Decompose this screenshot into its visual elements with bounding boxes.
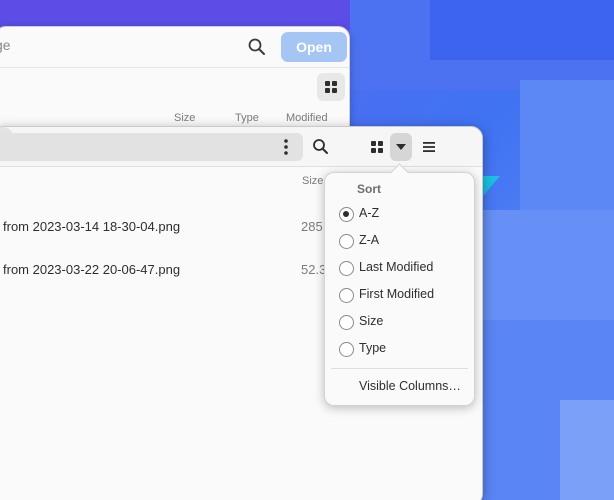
sort-heading: Sort	[357, 182, 381, 196]
sort-option-label: Last Modified	[359, 260, 434, 274]
sort-option-label: Z-A	[359, 233, 380, 247]
view-options-dropdown-button[interactable]	[390, 133, 412, 161]
wallpaper-tile	[430, 0, 614, 60]
sort-option-type[interactable]: Type	[339, 339, 469, 361]
radio-button[interactable]	[339, 288, 354, 303]
grid-view-button[interactable]	[363, 133, 391, 161]
wallpaper-tile	[520, 80, 614, 210]
path-bar[interactable]	[0, 133, 303, 161]
chevron-down-icon	[396, 144, 406, 150]
wallpaper-tile	[560, 400, 614, 500]
radio-button[interactable]	[339, 342, 354, 357]
sort-option-first-modified[interactable]: First Modified	[339, 285, 469, 307]
sort-option-last-modified[interactable]: Last Modified	[339, 258, 469, 280]
divider	[0, 67, 349, 68]
grid-view-icon	[325, 81, 337, 93]
kebab-menu-icon	[284, 139, 288, 155]
file-name: from 2023-03-14 18-30-04.png	[3, 219, 181, 234]
grid-view-button[interactable]	[317, 73, 345, 101]
sort-option-size[interactable]: Size	[339, 312, 469, 334]
view-options-popover: Sort A-Z Z-A Last Modified First Modifie…	[324, 172, 475, 406]
sort-option-a-z[interactable]: A-Z	[339, 204, 469, 226]
file-size: 285	[301, 219, 323, 234]
search-icon[interactable]	[247, 37, 267, 57]
header-bar	[0, 127, 482, 167]
search-button[interactable]	[307, 133, 335, 161]
hamburger-menu-icon	[423, 142, 435, 152]
divider	[331, 368, 468, 369]
sort-option-label: Type	[359, 341, 387, 355]
radio-button[interactable]	[339, 234, 354, 249]
radio-button[interactable]	[339, 261, 354, 276]
sort-option-label: A-Z	[359, 206, 380, 220]
location-field-text[interactable]: ge	[0, 37, 11, 53]
sort-option-label: Size	[359, 314, 384, 328]
open-button[interactable]: Open	[281, 32, 347, 62]
dialog-header: ge Open	[0, 27, 349, 67]
sort-option-label: First Modified	[359, 287, 435, 301]
file-size: 52.3	[301, 262, 327, 277]
radio-button[interactable]	[339, 315, 354, 330]
radio-button[interactable]	[339, 207, 354, 222]
visible-columns-menu-item[interactable]: Visible Columns…	[359, 379, 461, 393]
file-name: from 2023-03-22 20-06-47.png	[3, 262, 181, 277]
column-header-type[interactable]: Type	[235, 112, 259, 124]
sort-option-z-a[interactable]: Z-A	[339, 231, 469, 253]
grid-view-icon	[371, 141, 383, 153]
main-menu-button[interactable]	[415, 133, 443, 161]
search-icon	[313, 139, 328, 154]
column-header-size[interactable]: Size	[302, 175, 323, 187]
kebab-menu-button[interactable]	[278, 133, 294, 161]
column-header-modified[interactable]: Modified	[286, 112, 328, 124]
wallpaper-tile	[480, 210, 614, 320]
column-header-size[interactable]: Size	[174, 112, 195, 124]
